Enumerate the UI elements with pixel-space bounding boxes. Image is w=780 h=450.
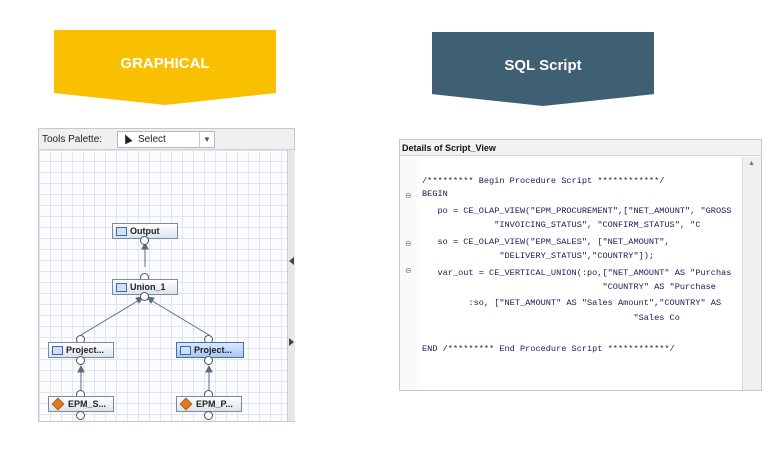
connector-project-right-union [148, 298, 210, 336]
fold-marker-icon[interactable]: ⊖ [405, 191, 412, 200]
union-input-port[interactable] [140, 292, 149, 301]
epm-right-label: EPM_P... [196, 399, 233, 409]
expand-right-icon[interactable] [289, 338, 294, 346]
code-gutter: ⊖ ⊖ ⊖ [400, 157, 417, 390]
pointer-icon [121, 132, 133, 145]
script-view-panel: Details of Script_View ⊖ ⊖ ⊖ ▲ /********… [399, 139, 762, 391]
chevron-down-icon[interactable]: ▼ [199, 132, 214, 147]
union-icon [116, 282, 127, 292]
output-input-port[interactable] [140, 236, 149, 245]
epm-right-node[interactable]: EPM_P... [176, 396, 242, 412]
code-vertical-scrollbar[interactable]: ▲ [742, 157, 761, 390]
union-node-label: Union_1 [130, 282, 166, 292]
connector-project-left-union [80, 298, 142, 336]
tools-palette-bar: Tools Palette: Select ▼ [39, 129, 294, 150]
arrowhead-icon [205, 364, 213, 373]
tool-select-value: Select [138, 134, 166, 145]
code-line: :so, ["NET_AMOUNT" AS "Sales Amount","CO… [422, 298, 722, 308]
projection-icon [180, 345, 191, 355]
cube-icon [179, 397, 193, 411]
code-line: "Sales Co [422, 313, 680, 323]
graphical-banner: GRAPHICAL [54, 30, 276, 105]
code-line: "INVOICING_STATUS", "CONFIRM_STATUS", "C [422, 220, 701, 230]
script-view-title: Details of Script_View [400, 140, 761, 156]
epm-left-node[interactable]: EPM_S... [48, 396, 114, 412]
epm-left-label: EPM_S... [68, 399, 107, 409]
epm-right-bottom-port[interactable] [204, 411, 213, 420]
code-line: "COUNTRY" AS "Purchase [422, 282, 716, 292]
table-icon [116, 226, 127, 236]
code-line: "DELIVERY_STATUS","COUNTRY"]); [422, 251, 655, 261]
scroll-up-icon[interactable]: ▲ [748, 160, 755, 167]
code-line: /********* Begin Procedure Script ******… [422, 176, 665, 186]
code-line: po = CE_OLAP_VIEW("EPM_PROCUREMENT",["NE… [422, 206, 732, 216]
code-line: so = CE_OLAP_VIEW("EPM_SALES", ["NET_AMO… [422, 237, 670, 247]
output-node-label: Output [130, 226, 160, 236]
diagram-canvas[interactable]: Output Union_1 Project... Project... EPM… [39, 150, 287, 421]
canvas-vertical-scrollbar[interactable] [287, 150, 295, 421]
collapse-left-icon[interactable] [289, 257, 294, 265]
tools-palette-label: Tools Palette: [42, 134, 103, 145]
code-line: var_out = CE_VERTICAL_UNION(:po,["NET_AM… [422, 268, 732, 278]
tool-select-dropdown[interactable]: Select ▼ [117, 131, 215, 148]
code-line: BEGIN [422, 189, 448, 199]
project-left-input-port[interactable] [76, 356, 85, 365]
project-left-label: Project... [66, 345, 105, 355]
fold-marker-icon[interactable]: ⊖ [405, 239, 412, 248]
code-line: END /********* End Procedure Script ****… [422, 344, 675, 354]
epm-left-bottom-port[interactable] [76, 411, 85, 420]
sql-script-banner-label: SQL Script [504, 56, 582, 74]
arrowhead-icon [77, 364, 85, 373]
fold-marker-icon[interactable]: ⊖ [405, 266, 412, 275]
cube-icon [51, 397, 65, 411]
sql-code-editor[interactable]: /********* Begin Procedure Script ******… [422, 173, 740, 388]
project-right-label: Project... [194, 345, 233, 355]
project-right-input-port[interactable] [204, 356, 213, 365]
graphical-editor: Tools Palette: Select ▼ Output Union_1 P… [38, 128, 295, 422]
graphical-banner-label: GRAPHICAL [120, 55, 210, 72]
sql-script-banner: SQL Script [432, 32, 654, 106]
projection-icon [52, 345, 63, 355]
